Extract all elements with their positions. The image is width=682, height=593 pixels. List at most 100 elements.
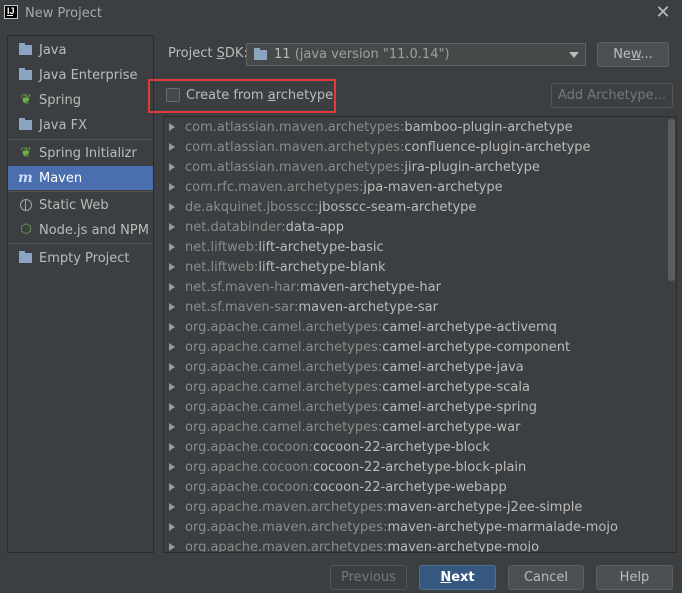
expand-triangle-icon[interactable] <box>169 363 175 371</box>
title-bar: IJ New Project ✕ <box>0 0 682 28</box>
create-from-archetype-label[interactable]: Create from archetype <box>186 88 333 103</box>
archetype-row[interactable]: com.rfc.maven.archetypes: jpa-maven-arche… <box>164 177 664 197</box>
close-icon[interactable]: ✕ <box>653 3 673 23</box>
expand-triangle-icon[interactable] <box>169 323 175 331</box>
archetype-artifact-id: camel-archetype-war <box>382 419 521 435</box>
archetype-group-id: com.atlassian.maven.archetypes: <box>185 119 405 135</box>
archetype-row[interactable]: net.liftweb: lift-archetype-blank <box>164 257 664 277</box>
archetype-artifact-id: camel-archetype-spring <box>382 399 537 415</box>
archetype-artifact-id: camel-archetype-java <box>382 359 524 375</box>
archetype-row[interactable]: org.apache.camel.archetypes: camel-archet… <box>164 317 664 337</box>
archetype-artifact-id: maven-archetype-marmalade-mojo <box>387 519 618 535</box>
archetype-row[interactable]: org.apache.camel.archetypes: camel-archet… <box>164 377 664 397</box>
archetype-group-id: com.atlassian.maven.archetypes: <box>185 139 405 155</box>
archetype-row[interactable]: org.apache.cocoon: cocoon-22-archetype-bl… <box>164 457 664 477</box>
archetype-group-id: org.apache.cocoon: <box>185 459 313 475</box>
create-from-archetype-checkbox[interactable] <box>166 88 180 102</box>
sidebar-item-spring-initializr[interactable]: ❦ Spring Initializr <box>8 141 153 165</box>
archetype-group-id: net.sf.maven-har: <box>185 279 300 295</box>
expand-triangle-icon[interactable] <box>169 283 175 291</box>
sidebar-item-java-enterprise[interactable]: Java Enterprise <box>8 63 153 87</box>
archetype-artifact-id: maven-archetype-mojo <box>387 539 540 553</box>
expand-triangle-icon[interactable] <box>169 343 175 351</box>
project-sdk-label: Project SDK: <box>168 46 248 61</box>
archetype-group-id: org.apache.maven.archetypes: <box>185 519 388 535</box>
archetype-row[interactable]: org.apache.cocoon: cocoon-22-archetype-bl… <box>164 437 664 457</box>
archetype-group-id: org.apache.camel.archetypes: <box>185 359 383 375</box>
project-type-sidebar: Java Java Enterprise ❦ Spring Java FX ❦ … <box>7 35 154 553</box>
expand-triangle-icon[interactable] <box>169 223 175 231</box>
sidebar-item-empty-project[interactable]: Empty Project <box>8 246 153 270</box>
archetype-artifact-id: jbosscc-seam-archetype <box>318 199 477 215</box>
expand-triangle-icon[interactable] <box>169 303 175 311</box>
expand-triangle-icon[interactable] <box>169 543 175 551</box>
archetype-group-id: org.apache.camel.archetypes: <box>185 399 383 415</box>
archetype-row[interactable]: org.apache.camel.archetypes: camel-archet… <box>164 337 664 357</box>
folder-icon <box>18 250 34 266</box>
sidebar-item-maven[interactable]: m Maven <box>8 166 153 190</box>
archetype-row[interactable]: com.atlassian.maven.archetypes: jira-plug… <box>164 157 664 177</box>
archetype-group-id: net.databinder: <box>185 219 286 235</box>
archetype-row[interactable]: com.atlassian.maven.archetypes: confluenc… <box>164 137 664 157</box>
expand-triangle-icon[interactable] <box>169 383 175 391</box>
list-scrollbar[interactable] <box>668 119 675 281</box>
archetype-group-id: net.liftweb: <box>185 239 259 255</box>
cancel-button[interactable]: Cancel <box>508 565 584 590</box>
archetype-row[interactable]: org.apache.camel.archetypes: camel-archet… <box>164 417 664 437</box>
archetype-row[interactable]: net.liftweb: lift-archetype-basic <box>164 237 664 257</box>
add-archetype-button[interactable]: Add Archetype... <box>551 83 673 108</box>
archetype-group-id: com.atlassian.maven.archetypes: <box>185 159 405 175</box>
expand-triangle-icon[interactable] <box>169 463 175 471</box>
archetype-artifact-id: lift-archetype-basic <box>258 239 384 255</box>
archetype-row[interactable]: com.atlassian.maven.archetypes: bamboo-pl… <box>164 117 664 137</box>
archetype-group-id: org.apache.camel.archetypes: <box>185 319 383 335</box>
intellij-app-icon: IJ <box>4 5 18 19</box>
archetype-artifact-id: camel-archetype-activemq <box>382 319 557 335</box>
archetype-artifact-id: camel-archetype-component <box>382 339 571 355</box>
archetype-row[interactable]: org.apache.maven.archetypes: maven-archet… <box>164 537 664 553</box>
archetype-row[interactable]: net.databinder: data-app <box>164 217 664 237</box>
expand-triangle-icon[interactable] <box>169 483 175 491</box>
archetype-row[interactable]: org.apache.camel.archetypes: camel-archet… <box>164 357 664 377</box>
help-button[interactable]: Help <box>596 565 673 590</box>
expand-triangle-icon[interactable] <box>169 143 175 151</box>
archetype-group-id: de.akquinet.jbosscc: <box>185 199 319 215</box>
expand-triangle-icon[interactable] <box>169 403 175 411</box>
archetype-group-id: org.apache.cocoon: <box>185 439 313 455</box>
expand-triangle-icon[interactable] <box>169 123 175 131</box>
archetype-artifact-id: bamboo-plugin-archetype <box>404 119 573 135</box>
archetype-group-id: com.rfc.maven.archetypes: <box>185 179 364 195</box>
archetype-row[interactable]: net.sf.maven-sar: maven-archetype-sar <box>164 297 664 317</box>
archetype-row[interactable]: org.apache.cocoon: cocoon-22-archetype-we… <box>164 477 664 497</box>
previous-button[interactable]: Previous <box>330 565 407 590</box>
archetype-artifact-id: cocoon-22-archetype-webapp <box>312 479 507 495</box>
expand-triangle-icon[interactable] <box>169 163 175 171</box>
archetype-row[interactable]: org.apache.maven.archetypes: maven-archet… <box>164 517 664 537</box>
expand-triangle-icon[interactable] <box>169 523 175 531</box>
maven-icon: m <box>18 170 33 186</box>
archetype-row[interactable]: org.apache.camel.archetypes: camel-archet… <box>164 397 664 417</box>
chevron-down-icon <box>569 52 579 58</box>
sidebar-item-java[interactable]: Java <box>8 38 153 62</box>
archetype-row[interactable]: net.sf.maven-har: maven-archetype-har <box>164 277 664 297</box>
sidebar-divider <box>8 139 153 140</box>
sidebar-item-static-web[interactable]: Static Web <box>8 193 153 217</box>
sidebar-item-spring[interactable]: ❦ Spring <box>8 88 153 112</box>
archetype-list[interactable]: com.atlassian.maven.archetypes: bamboo-pl… <box>163 116 677 553</box>
expand-triangle-icon[interactable] <box>169 183 175 191</box>
new-sdk-button[interactable]: New... <box>597 42 669 67</box>
sidebar-item-java-fx[interactable]: Java FX <box>8 113 153 137</box>
expand-triangle-icon[interactable] <box>169 423 175 431</box>
expand-triangle-icon[interactable] <box>169 503 175 511</box>
expand-triangle-icon[interactable] <box>169 243 175 251</box>
next-button[interactable]: Next <box>419 565 496 590</box>
expand-triangle-icon[interactable] <box>169 263 175 271</box>
archetype-row[interactable]: de.akquinet.jbosscc: jbosscc-seam-archety… <box>164 197 664 217</box>
spring-leaf-icon: ❦ <box>20 92 32 108</box>
expand-triangle-icon[interactable] <box>169 203 175 211</box>
archetype-artifact-id: jpa-maven-archetype <box>363 179 503 195</box>
sidebar-item-nodejs[interactable]: ⬡ Node.js and NPM <box>8 218 153 242</box>
project-sdk-dropdown[interactable]: 11 (java version "11.0.14") <box>246 43 586 66</box>
archetype-row[interactable]: org.apache.maven.archetypes: maven-archet… <box>164 497 664 517</box>
expand-triangle-icon[interactable] <box>169 443 175 451</box>
